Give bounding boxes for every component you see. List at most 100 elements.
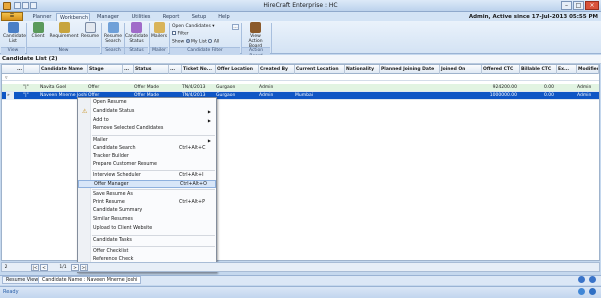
row-billable-ctc: 0.00 (543, 85, 554, 90)
menu-item-remove-selected[interactable]: Remove Selected Candidates (78, 125, 216, 133)
column-header[interactable]: ... (123, 65, 134, 74)
column-header-candidate-name[interactable]: Candidate Name (40, 65, 88, 74)
group-candidate-filter: Candidate Filter (170, 47, 240, 54)
tab-utilities[interactable]: Utilities (128, 13, 154, 21)
next-page-button[interactable]: > (71, 264, 79, 271)
candidate-status-button[interactable]: Candidate Status (125, 22, 148, 47)
column-header[interactable]: ... (16, 65, 24, 74)
column-header-offered-ctc[interactable]: Offered CTC (482, 65, 520, 74)
menu-item-add-to[interactable]: Add to ▶ (78, 117, 216, 125)
status-bar (0, 286, 601, 298)
all-radio[interactable] (208, 39, 213, 43)
view-action-board-button[interactable]: View Action Board (243, 22, 268, 49)
status-icon (589, 288, 596, 295)
menu-item-interview-scheduler[interactable]: Interview Scheduler Ctrl+Alt+I (78, 172, 216, 180)
tab-planner[interactable]: Planner (29, 13, 55, 21)
filter-icon[interactable]: ▿ (5, 75, 8, 81)
column-header-status[interactable]: Status (134, 65, 169, 74)
menu-item-offer-checklist[interactable]: Offer Checklist (78, 248, 216, 256)
application-menu-button[interactable]: ☰ (1, 12, 23, 21)
requirement-button[interactable]: Requirement (49, 22, 79, 47)
row-offer-location: Gurgaon (216, 93, 236, 98)
menu-item-open-resume[interactable]: Open Resume (78, 99, 216, 107)
tab-report[interactable]: Report (159, 13, 183, 21)
filter-checkbox[interactable]: Filter (172, 31, 189, 37)
mailers-button[interactable]: Mailers (150, 22, 168, 47)
row-modified: Admin (577, 93, 592, 98)
tab-manager[interactable]: Manager (93, 13, 123, 21)
tab-workbench[interactable]: Workbench (56, 13, 90, 21)
tab-candidate-name[interactable]: Candidate Name : Naveen Mnerne Joshi (38, 276, 142, 284)
row-billable-ctc: 0.00 (543, 93, 554, 98)
maximize-button[interactable]: □ (573, 1, 584, 10)
menu-item-offer-manager[interactable]: Offer Manager Ctrl+Alt+O (78, 180, 216, 188)
mailers-icon (153, 22, 165, 33)
menu-item-candidate-status[interactable]: ⚠ Candidate Status ▶ (78, 108, 216, 116)
tab-setup[interactable]: Setup (188, 13, 210, 21)
row-created-by: Admin (259, 93, 274, 98)
grid-filter-row[interactable] (2, 74, 599, 81)
column-header-ticket-no[interactable]: Ticket No... (182, 65, 216, 74)
info-icon[interactable] (589, 276, 596, 283)
tab-help[interactable]: Help (215, 13, 233, 21)
menu-item-candidate-summary[interactable]: Candidate Summary (78, 207, 216, 215)
filter-checkbox-box[interactable] (172, 31, 176, 35)
row-offered-ctc: 1000000.00 (489, 93, 517, 98)
tab-resume-view[interactable]: Resume View (2, 276, 43, 284)
client-icon (32, 22, 44, 33)
menu-separator (92, 189, 215, 190)
close-button[interactable]: × (585, 1, 599, 10)
column-header[interactable] (24, 65, 40, 74)
column-header-nationality[interactable]: Nationality (345, 65, 380, 74)
help-icon[interactable] (578, 276, 585, 283)
menu-item-print-resume[interactable]: Print Resume Ctrl+Alt+P (78, 199, 216, 207)
menu-item-prepare-customer-resume[interactable]: Prepare Customer Resume (78, 161, 216, 169)
first-page-button[interactable]: |< (31, 264, 39, 271)
menu-item-save-resume-as[interactable]: Save Resume As (78, 191, 216, 199)
prev-page-button[interactable]: < (40, 264, 48, 271)
status-ready-text: Ready (3, 289, 19, 295)
resume-button[interactable]: Resume (80, 22, 100, 47)
row-candidate-name: Navita Goel (40, 85, 67, 90)
column-header-offer-location[interactable]: Offer Location (216, 65, 259, 74)
group-status: Status (125, 47, 148, 54)
menu-item-mailer[interactable]: Mailer ▶ (78, 137, 216, 145)
column-header[interactable]: ... (169, 65, 182, 74)
open-candidates-dropdown[interactable]: Open Candidates ▾ (172, 24, 215, 29)
column-header-ex[interactable]: Ex... (557, 65, 577, 74)
row-stage: Offer (88, 85, 100, 90)
menu-separator (92, 135, 215, 136)
resume-search-button[interactable]: Resume Search (103, 22, 123, 47)
candidate-list-button[interactable]: Candidate List (3, 22, 26, 47)
filter-options-button[interactable]: … (232, 24, 239, 30)
menu-item-tracker-builder[interactable]: Tracker Builder (78, 153, 216, 161)
column-header-planned-joining-date[interactable]: Planned Joining Date (380, 65, 440, 74)
page-indicator: 1/1 (59, 265, 67, 270)
menu-item-similar-resumes[interactable]: Similar Resumes (78, 216, 216, 224)
menu-item-candidate-search[interactable]: Candidate Search Ctrl+Alt+C (78, 145, 216, 153)
row-modified: Admin (577, 85, 592, 90)
table-row[interactable]: "|" Navita Goel Offer Offer Made TN/4/20… (2, 84, 599, 92)
column-header-billable-ctc[interactable]: Billable CTC (520, 65, 557, 74)
column-header-modified[interactable]: Modified (577, 65, 599, 74)
context-menu: Open Resume ⚠ Candidate Status ▶ Add to ▶ R… (77, 97, 217, 273)
last-page-button[interactable]: >| (80, 264, 88, 271)
column-header-created-by[interactable]: Created By (259, 65, 295, 74)
column-header-stage[interactable]: Stage (88, 65, 123, 74)
status-icon (578, 288, 585, 295)
minimize-button[interactable]: – (561, 1, 572, 10)
grid-header: ... Candidate Name Stage ... Status ... … (2, 65, 599, 74)
client-button[interactable]: Client (28, 22, 48, 47)
row-offer-location: Gurgaon (216, 85, 236, 90)
row-status: Offer Made (134, 85, 159, 90)
column-header-current-location[interactable]: Current Location (295, 65, 345, 74)
column-header-joined-on[interactable]: Joined On (440, 65, 482, 74)
menu-item-candidate-tasks[interactable]: Candidate Tasks (78, 237, 216, 245)
group-view: View (1, 47, 25, 54)
menu-item-upload-client-website[interactable]: Upload to Client Website (78, 225, 216, 233)
my-list-radio[interactable] (185, 39, 190, 43)
warning-icon: ⚠ (82, 108, 88, 115)
candidate-list-icon (7, 22, 19, 33)
action-board-icon (250, 22, 261, 33)
group-mailer: Mailer (150, 47, 168, 54)
